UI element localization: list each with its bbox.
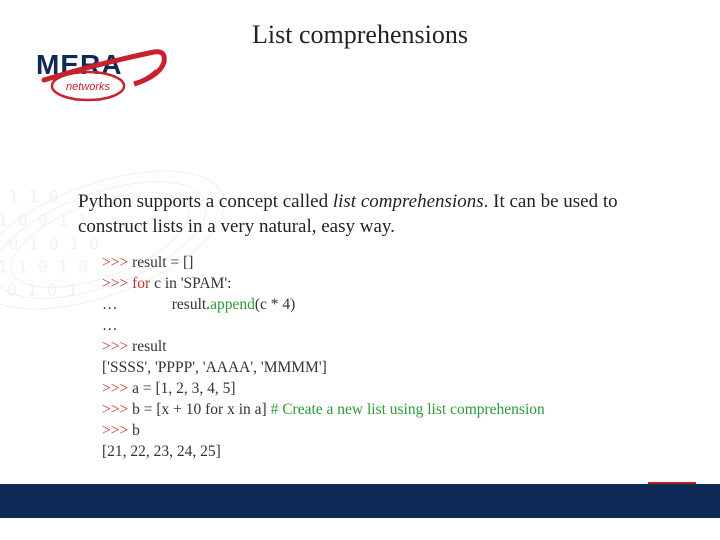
code-line: >>> result <box>102 337 660 358</box>
code-block: >>> result = [] >>> for c in 'SPAM': … r… <box>78 253 660 462</box>
code-text: b <box>132 422 140 439</box>
prompt: >>> <box>102 401 132 418</box>
code-line: [21, 22, 23, 24, 25] <box>102 442 660 463</box>
output: ['SSSS', 'PPPP', 'AAAA', 'MMMM'] <box>102 359 327 376</box>
continuation: … <box>102 317 118 334</box>
footer-band <box>0 484 720 518</box>
logo-text-sub: networks <box>66 81 111 93</box>
code-text: (c * 4) <box>255 296 295 313</box>
intro-pre: Python supports a concept called <box>78 191 333 212</box>
prompt: >>> <box>102 380 132 397</box>
code-line: >>> for c in 'SPAM': <box>102 274 660 295</box>
code-text: a = [1, 2, 3, 4, 5] <box>132 380 235 397</box>
continuation: … <box>102 296 118 313</box>
code-text: result = [] <box>132 254 193 271</box>
prompt: >>> <box>102 254 132 271</box>
code-text: c in 'SPAM': <box>150 275 231 292</box>
code-line: >>> b <box>102 421 660 442</box>
keyword: for <box>132 275 150 292</box>
intro-italic: list comprehensions <box>333 191 484 212</box>
intro-text: Python supports a concept called list co… <box>78 190 660 239</box>
output: [21, 22, 23, 24, 25] <box>102 443 221 460</box>
code-line: >>> a = [1, 2, 3, 4, 5] <box>102 379 660 400</box>
code-text: result. <box>118 296 211 313</box>
code-text: result <box>132 338 166 355</box>
code-line: … <box>102 316 660 337</box>
prompt: >>> <box>102 338 132 355</box>
code-text: b = [x + 10 for x in a] <box>132 401 270 418</box>
function: append <box>210 296 255 313</box>
prompt: >>> <box>102 422 132 439</box>
code-line: >>> b = [x + 10 for x in a] # Create a n… <box>102 400 660 421</box>
prompt: >>> <box>102 275 132 292</box>
code-line: >>> result = [] <box>102 253 660 274</box>
code-line: … result.append(c * 4) <box>102 295 660 316</box>
code-line: ['SSSS', 'PPPP', 'AAAA', 'MMMM'] <box>102 358 660 379</box>
mera-logo: MERA networks <box>36 44 196 113</box>
comment: # Create a new list using list comprehen… <box>271 401 545 418</box>
